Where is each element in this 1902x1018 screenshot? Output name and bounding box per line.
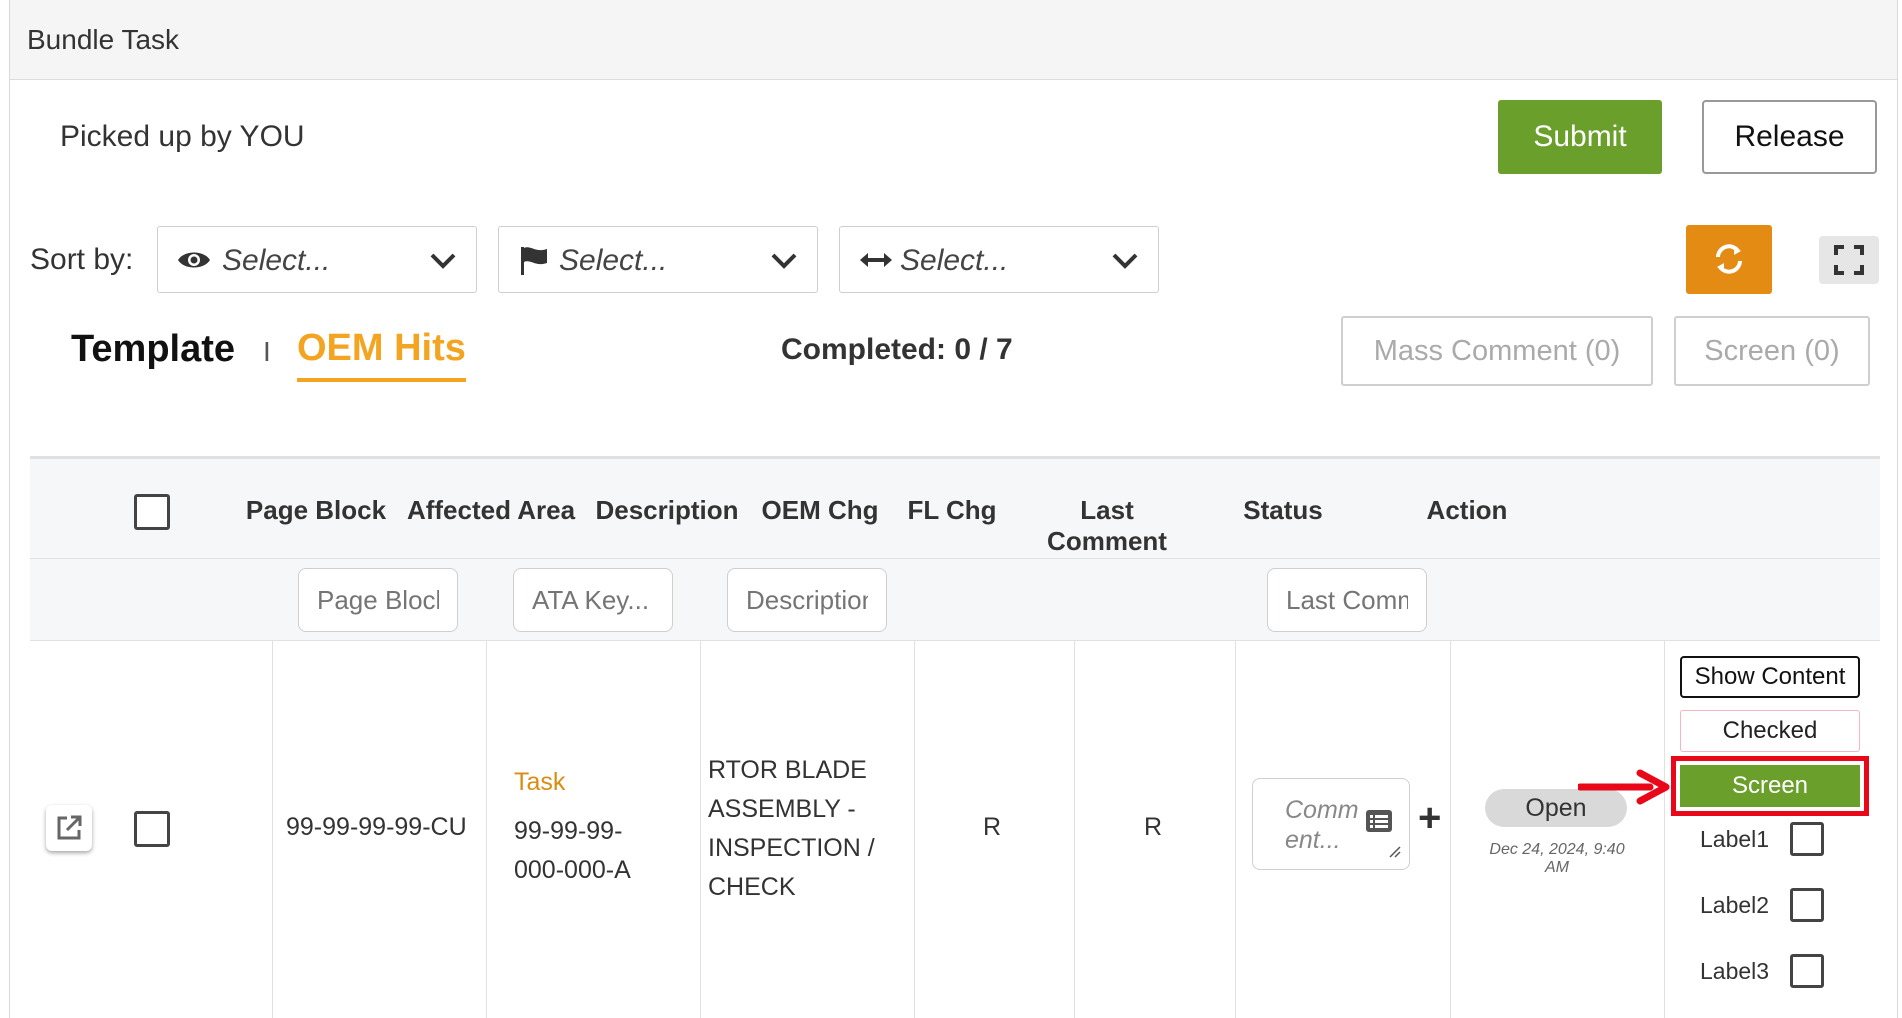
add-comment-button[interactable]: + (1418, 796, 1441, 841)
screen-bulk-button[interactable]: Screen (0) (1674, 316, 1870, 386)
completed-counter: Completed: 0 / 7 (781, 333, 1013, 366)
select-placeholder: Select... (559, 244, 668, 277)
label-option-1: Label1 (1700, 826, 1769, 853)
panel-header: Bundle Task (10, 0, 1897, 80)
tab-oem-hits[interactable]: OEM Hits (297, 327, 466, 382)
column-header-status[interactable]: Status (1196, 495, 1370, 526)
submit-button[interactable]: Submit (1498, 100, 1662, 174)
release-button[interactable]: Release (1702, 100, 1877, 174)
affected-area-code: 99-99-99-000-000-A (514, 817, 631, 884)
highlight-box (1671, 756, 1869, 816)
label2-checkbox[interactable] (1790, 888, 1824, 922)
label-option-3: Label3 (1700, 958, 1769, 985)
refresh-icon (1716, 244, 1742, 274)
label3-checkbox[interactable] (1790, 954, 1824, 988)
column-header-oem-chg[interactable]: OEM Chg (755, 495, 885, 526)
expand-icon (1834, 245, 1864, 275)
comment-placeholder: Comment... (1285, 796, 1359, 854)
label-text: Label3 (1700, 958, 1770, 984)
refresh-button[interactable] (1686, 225, 1772, 294)
show-content-button[interactable]: Show Content (1680, 656, 1860, 698)
external-link-icon (57, 815, 82, 840)
open-external-button[interactable] (46, 805, 92, 851)
table-header: Page Block Affected Area Description OEM… (30, 459, 1880, 559)
picked-up-status: Picked up by YOU (60, 120, 305, 153)
checked-button[interactable]: Checked (1680, 710, 1860, 752)
column-header-affected-area[interactable]: Affected Area (405, 495, 577, 526)
hits-table: Page Block Affected Area Description OEM… (30, 456, 1880, 1018)
label-option-2: Label2 (1700, 892, 1769, 919)
fl-chg-cell: R (1144, 813, 1163, 841)
label-text: Label2 (1700, 892, 1770, 918)
flag-icon (517, 245, 553, 275)
status-date: Dec 24, 2024, 9:40 AM (1489, 841, 1625, 876)
tab-template[interactable]: Template (71, 328, 235, 371)
mass-comment-button[interactable]: Mass Comment (0) (1341, 316, 1653, 386)
page-block-filter-input[interactable] (298, 568, 458, 632)
description-filter-input[interactable] (727, 568, 887, 632)
chevron-down-icon (428, 249, 458, 273)
oem-chg-cell: R (983, 813, 1002, 841)
tab-separator: I (263, 336, 271, 367)
select-placeholder: Select... (900, 244, 1009, 277)
label1-checkbox[interactable] (1790, 822, 1824, 856)
sort-by-label: Sort by: (30, 243, 134, 276)
table-row: 99-99-99-99-CU Task 99-99-99-000-000-A R… (30, 641, 1880, 1018)
column-header-fl-chg[interactable]: FL Chg (887, 495, 1017, 526)
chevron-down-icon (1110, 249, 1140, 273)
affected-area-type-link[interactable]: Task (514, 763, 565, 802)
eye-icon (176, 245, 212, 275)
page-block-cell: 99-99-99-99-CU (286, 813, 467, 841)
column-header-page-block[interactable]: Page Block (230, 495, 402, 526)
sort-select-flag[interactable]: Select... (498, 226, 818, 293)
filter-row (30, 559, 1880, 641)
chevron-down-icon (769, 249, 799, 273)
column-header-action: Action (1426, 495, 1508, 525)
arrows-horizontal-icon (858, 245, 894, 275)
arrow-right-icon (1576, 769, 1674, 810)
column-header-description[interactable]: Description (581, 495, 753, 526)
fullscreen-button[interactable] (1819, 236, 1879, 284)
description-cell: RTOR BLADE ASSEMBLY - INSPECTION / CHECK (708, 756, 875, 901)
sort-select-visibility[interactable]: Select... (157, 226, 477, 293)
resize-handle-icon[interactable] (1387, 844, 1401, 863)
panel-title: Bundle Task (27, 24, 180, 55)
column-header-last-comment[interactable]: Last Comment (1020, 495, 1194, 557)
row-checkbox[interactable] (134, 811, 170, 847)
sort-select-direction[interactable]: Select... (839, 226, 1159, 293)
last-comment-filter-input[interactable] (1267, 568, 1427, 632)
select-placeholder: Select... (222, 244, 331, 277)
affected-area-filter-input[interactable] (513, 568, 673, 632)
label-text: Label1 (1700, 826, 1770, 852)
list-icon (1365, 809, 1393, 838)
comment-textarea[interactable]: Comment... (1252, 778, 1410, 870)
select-all-checkbox[interactable] (134, 494, 170, 530)
